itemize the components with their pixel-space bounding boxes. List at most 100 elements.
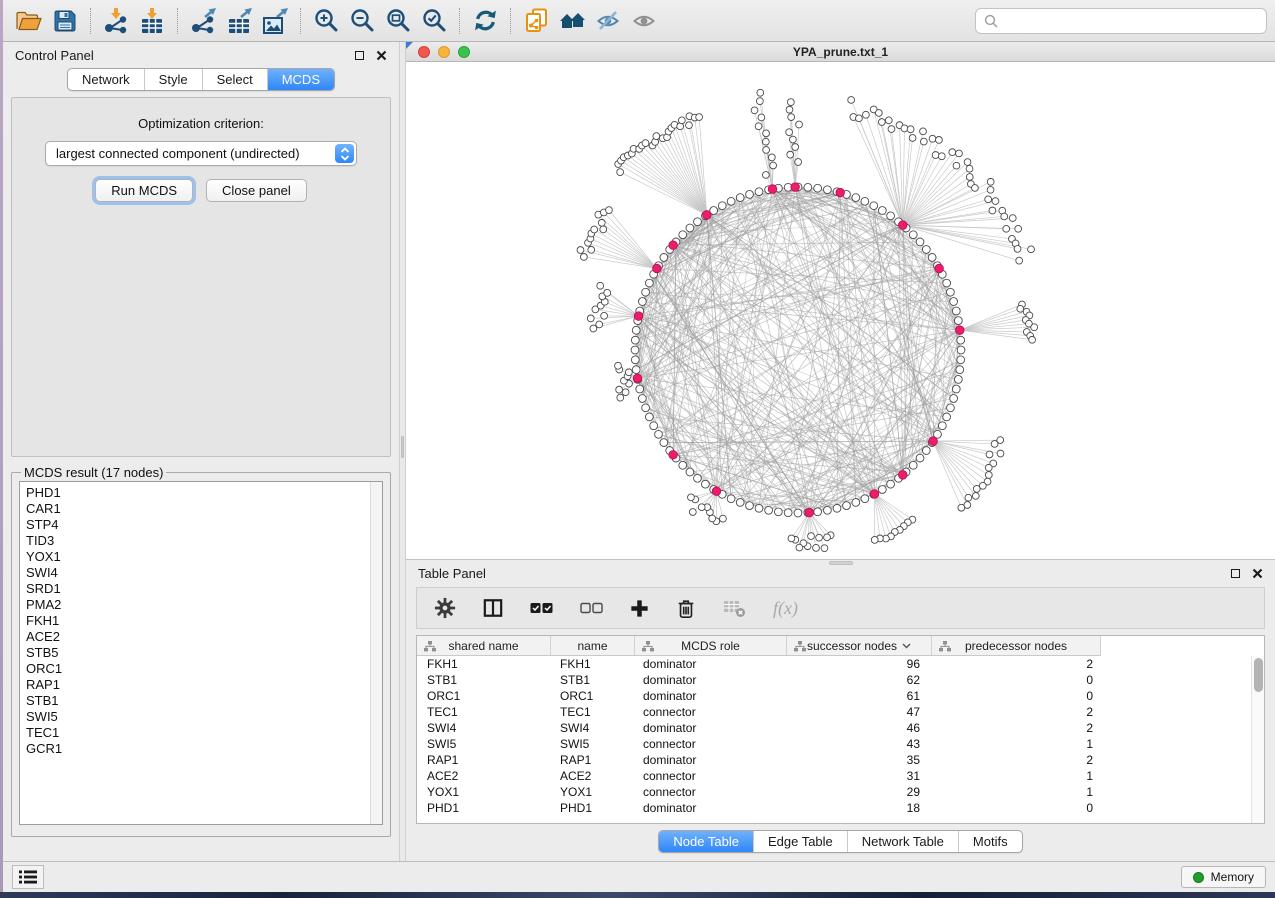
export-table-button[interactable] (221, 4, 257, 38)
table-row[interactable]: PHD1PHD1dominator180 (417, 800, 1264, 816)
hide-details-button[interactable] (590, 4, 626, 38)
mcds-result-item[interactable]: STB1 (26, 693, 382, 709)
mcds-result-item[interactable]: PMA2 (26, 597, 382, 613)
mcds-result-item[interactable]: SWI4 (26, 565, 382, 581)
delete-button[interactable] (676, 598, 696, 619)
table-row[interactable]: ORC1ORC1dominator610 (417, 688, 1264, 704)
gear-button[interactable] (434, 597, 456, 619)
table-scrollbar-thumb[interactable] (1254, 658, 1263, 692)
tab-select[interactable]: Select (202, 69, 267, 90)
mcds-result-item[interactable]: CAR1 (26, 501, 382, 517)
import-table-button[interactable] (134, 4, 170, 38)
criterion-dropdown[interactable]: largest connected component (undirected) (45, 141, 357, 166)
mcds-result-item[interactable]: YOX1 (26, 549, 382, 565)
mcds-result-item[interactable]: GCR1 (26, 741, 382, 757)
table-row[interactable]: RAP1RAP1dominator352 (417, 752, 1264, 768)
mcds-result-item[interactable]: PHD1 (26, 485, 382, 501)
tab-node-table[interactable]: Node Table (659, 831, 753, 852)
mcds-result-item[interactable]: STB5 (26, 645, 382, 661)
tab-style[interactable]: Style (144, 69, 202, 90)
import-network-button[interactable] (98, 4, 134, 38)
search-box[interactable] (975, 8, 1267, 34)
show-details-button[interactable] (626, 4, 662, 38)
table-row[interactable]: SWI4SWI4dominator462 (417, 720, 1264, 736)
tab-network[interactable]: Network (68, 69, 144, 90)
table-cell: STB1 (417, 673, 551, 687)
mcds-result-item[interactable]: SRD1 (26, 581, 382, 597)
export-network-button[interactable] (185, 4, 221, 38)
table-row[interactable]: FKH1FKH1dominator962 (417, 656, 1264, 672)
table-row[interactable]: YOX1YOX1connector291 (417, 784, 1264, 800)
mcds-result-item[interactable]: STP4 (26, 517, 382, 533)
close-table-panel-icon[interactable] (1252, 568, 1263, 579)
float-panel-icon[interactable] (355, 51, 364, 60)
table-cell: 1 (932, 785, 1101, 799)
column-header-successor-nodes[interactable]: successor nodes (787, 636, 932, 656)
zoom-out-button[interactable] (344, 4, 380, 38)
clone-network-button[interactable] (518, 4, 554, 38)
run-mcds-button[interactable]: Run MCDS (95, 179, 193, 202)
refresh-button[interactable] (467, 4, 503, 38)
zoom-fit-button[interactable] (380, 4, 416, 38)
select-all-button[interactable] (530, 602, 553, 614)
table-row[interactable]: STB1STB1dominator620 (417, 672, 1264, 688)
vertical-splitter[interactable] (399, 42, 406, 861)
tab-motifs[interactable]: Motifs (958, 831, 1022, 852)
column-browse-button[interactable] (483, 598, 503, 618)
column-header-name[interactable]: name (551, 636, 635, 656)
zoom-selected-button[interactable] (416, 4, 452, 38)
splitter-grip[interactable] (401, 436, 404, 458)
minimize-window-icon[interactable] (438, 46, 450, 58)
mcds-result-item[interactable]: TEC1 (26, 725, 382, 741)
tab-mcds[interactable]: MCDS (267, 69, 334, 90)
table-row[interactable]: TEC1TEC1connector472 (417, 704, 1264, 720)
mcds-scrollbar[interactable] (370, 482, 382, 824)
add-button[interactable] (630, 599, 649, 618)
network-titlebar[interactable]: YPA_prune.txt_1 (406, 42, 1275, 62)
mcds-result-item[interactable]: ACE2 (26, 629, 382, 645)
mcds-result-item[interactable]: SWI5 (26, 709, 382, 725)
control-panel-tabs: Network Style Select MCDS (3, 68, 399, 91)
mcds-result-item[interactable]: RAP1 (26, 677, 382, 693)
export-image-button[interactable] (257, 4, 293, 38)
close-panel-icon[interactable] (376, 50, 387, 61)
gear-icon (434, 597, 456, 619)
memory-button[interactable]: Memory (1181, 866, 1266, 888)
mcds-result-item[interactable]: TID3 (26, 533, 382, 549)
zoom-in-button[interactable] (308, 4, 344, 38)
function-builder-button[interactable]: f(x) (773, 598, 798, 619)
horizontal-splitter-grip[interactable] (829, 561, 853, 565)
float-table-panel-icon[interactable] (1231, 569, 1240, 578)
toolbar-separator (177, 8, 178, 34)
zoom-fit-icon (386, 8, 411, 33)
export-network-icon (190, 8, 217, 34)
table-scrollbar[interactable] (1251, 656, 1264, 823)
home-layout-button[interactable] (554, 4, 590, 38)
column-header-shared-name[interactable]: shared name (417, 636, 551, 656)
table-row[interactable]: ACE2ACE2connector311 (417, 768, 1264, 784)
close-window-icon[interactable] (418, 46, 430, 58)
mcds-result-list[interactable]: PHD1CAR1STP4TID3YOX1SWI4SRD1PMA2FKH1ACE2… (19, 481, 383, 825)
search-input[interactable] (1004, 13, 1258, 28)
table-row[interactable]: SWI5SWI5connector431 (417, 736, 1264, 752)
delete-table-button[interactable] (723, 598, 746, 618)
save-session-button[interactable] (47, 4, 83, 38)
control-panel: Control Panel Network Style Select MCDS (3, 42, 399, 861)
mcds-result-item[interactable]: FKH1 (26, 613, 382, 629)
tab-edge-table[interactable]: Edge Table (753, 831, 847, 852)
network-graph[interactable] (406, 62, 1272, 558)
deselect-all-button[interactable] (580, 602, 603, 614)
hide-details-icon (596, 10, 620, 31)
open-file-button[interactable] (11, 4, 47, 38)
mcds-result-item[interactable]: ORC1 (26, 661, 382, 677)
network-view[interactable] (406, 62, 1275, 559)
close-panel-button[interactable]: Close panel (206, 179, 307, 202)
task-history-button[interactable] (12, 865, 44, 889)
table-cell: SWI5 (551, 737, 635, 751)
mcds-result-title: MCDS result (17 nodes) (21, 465, 166, 480)
column-header-predecessor-nodes[interactable]: predecessor nodes (932, 636, 1101, 656)
column-header-mcds-role[interactable]: MCDS role (635, 636, 787, 656)
maximize-window-icon[interactable] (458, 46, 470, 58)
table-toolbar: f(x) (416, 587, 1265, 629)
tab-network-table[interactable]: Network Table (847, 831, 958, 852)
